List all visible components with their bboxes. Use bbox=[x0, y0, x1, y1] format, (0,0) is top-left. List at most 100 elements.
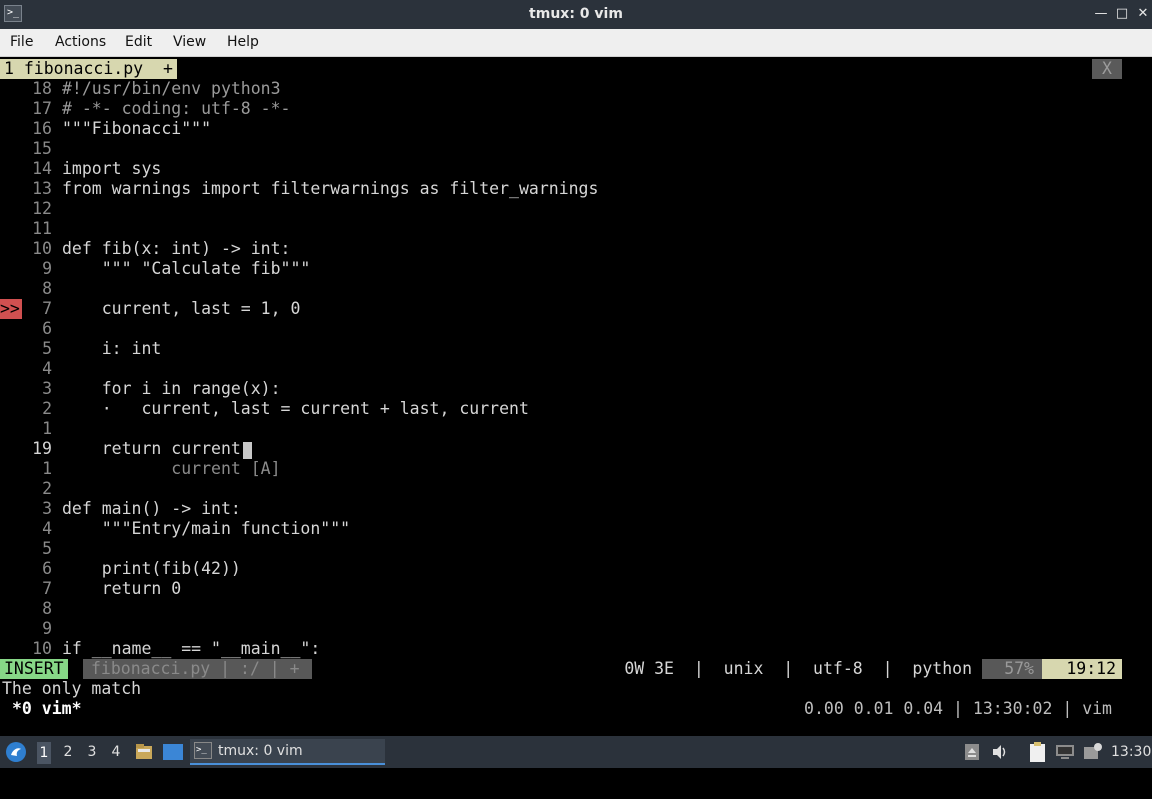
clipboard-icon[interactable] bbox=[1028, 741, 1048, 763]
code-line[interactable]: 18 #!/usr/bin/env python3 bbox=[0, 79, 1152, 99]
code-text: def fib(x: int) -> int: bbox=[62, 239, 291, 258]
code-text: from warnings import filterwarnings as f… bbox=[62, 179, 599, 198]
line-number: 3 bbox=[42, 499, 52, 518]
code-text: return 0 bbox=[62, 579, 182, 598]
code-text: # -*- coding: utf-8 -*- bbox=[62, 99, 291, 118]
line-number: 6 bbox=[42, 319, 52, 338]
notification-icon[interactable] bbox=[1083, 742, 1103, 762]
code-line[interactable]: 11 bbox=[0, 219, 1152, 239]
workspace-1[interactable]: 1 bbox=[37, 742, 51, 764]
code-line[interactable]: 8 bbox=[0, 599, 1152, 619]
tmux-window-label[interactable]: *0 vim* bbox=[12, 699, 82, 719]
menu-help[interactable]: Help bbox=[227, 34, 259, 50]
vim-tabline: 1 fibonacci.py + X bbox=[0, 59, 1152, 79]
error-sign: >> bbox=[0, 299, 22, 319]
code-line[interactable]: 4 bbox=[0, 359, 1152, 379]
taskbar-task-tmux[interactable]: >_ tmux: 0 vim bbox=[190, 739, 385, 765]
code-line[interactable]: 5 bbox=[0, 539, 1152, 559]
taskbar: 1 2 3 4 >_ tmux: 0 vim 13:30 bbox=[0, 736, 1152, 768]
code-text: import sys bbox=[62, 159, 162, 178]
menu-edit[interactable]: Edit bbox=[125, 34, 152, 50]
code-line[interactable]: 3 def main() -> int: bbox=[0, 499, 1152, 519]
tab-close-button[interactable]: X bbox=[1092, 59, 1122, 79]
line-number: 4 bbox=[42, 519, 52, 538]
code-text: current [A] bbox=[62, 459, 281, 478]
line-number: 11 bbox=[32, 219, 52, 238]
volume-icon[interactable] bbox=[991, 743, 1009, 761]
line-number: 16 bbox=[32, 119, 52, 138]
line-number: 10 bbox=[32, 639, 52, 658]
line-number: 6 bbox=[42, 559, 52, 578]
status-percent: 57% bbox=[982, 659, 1042, 679]
code-line[interactable]: 15 bbox=[0, 139, 1152, 159]
line-number: 10 bbox=[32, 239, 52, 258]
line-number: 19 bbox=[32, 439, 52, 458]
code-text: if __name__ == "__main__": bbox=[62, 639, 321, 658]
code-line[interactable]: 6 bbox=[0, 319, 1152, 339]
code-line[interactable]: 3 for i in range(x): bbox=[0, 379, 1152, 399]
line-number: 13 bbox=[32, 179, 52, 198]
minimize-icon[interactable]: — bbox=[1092, 5, 1110, 23]
tab-fibonacci[interactable]: 1 fibonacci.py + bbox=[0, 59, 177, 79]
line-number: 9 bbox=[42, 259, 52, 278]
code-line[interactable]: 10 if __name__ == "__main__": bbox=[0, 639, 1152, 659]
line-number: 2 bbox=[42, 479, 52, 498]
line-number: 1 bbox=[42, 459, 52, 478]
menu-bar: File Actions Edit View Help bbox=[0, 29, 1152, 57]
text-cursor bbox=[243, 442, 252, 459]
code-text: return current bbox=[62, 439, 241, 458]
workspace-2[interactable]: 2 bbox=[61, 744, 75, 760]
code-line[interactable]: 6 print(fib(42)) bbox=[0, 559, 1152, 579]
clock: 13:30 bbox=[1111, 744, 1152, 760]
code-line[interactable]: 10 def fib(x: int) -> int: bbox=[0, 239, 1152, 259]
status-filename: fibonacci.py | :/ | + bbox=[83, 659, 312, 679]
maximize-icon[interactable]: □ bbox=[1113, 5, 1131, 23]
line-number: 5 bbox=[42, 539, 52, 558]
menu-actions[interactable]: Actions bbox=[55, 34, 106, 50]
vim-statusline: INSERT fibonacci.py | :/ | + 0W 3E | uni… bbox=[0, 659, 1152, 679]
code-line[interactable]: 7 return 0 bbox=[0, 579, 1152, 599]
command-message: The only match bbox=[2, 679, 142, 698]
start-menu-icon[interactable] bbox=[5, 741, 27, 763]
window-titlebar: >_ tmux: 0 vim — □ ✕ bbox=[0, 0, 1152, 29]
code-text: #!/usr/bin/env python3 bbox=[62, 79, 281, 98]
line-number: 2 bbox=[42, 399, 52, 418]
code-line[interactable]: 17 # -*- coding: utf-8 -*- bbox=[0, 99, 1152, 119]
code-line[interactable]: 5 i: int bbox=[0, 339, 1152, 359]
code-line[interactable]: 9 """ "Calculate fib""" bbox=[0, 259, 1152, 279]
desktop-icon[interactable] bbox=[163, 744, 183, 760]
terminal-area[interactable]: 1 fibonacci.py + X 18 #!/usr/bin/env pyth… bbox=[0, 59, 1152, 736]
close-icon[interactable]: ✕ bbox=[1134, 5, 1152, 23]
terminal-icon: >_ bbox=[194, 742, 212, 759]
code-line[interactable]: 16 """Fibonacci""" bbox=[0, 119, 1152, 139]
code-line[interactable]: 4 """Entry/main function""" bbox=[0, 519, 1152, 539]
line-number: 1 bbox=[42, 419, 52, 438]
code-line[interactable]: 8 bbox=[0, 279, 1152, 299]
line-number: 8 bbox=[42, 599, 52, 618]
workspace-4[interactable]: 4 bbox=[109, 744, 123, 760]
line-number: 12 bbox=[32, 199, 52, 218]
code-line[interactable]: 9 bbox=[0, 619, 1152, 639]
line-number: 15 bbox=[32, 139, 52, 158]
code-line[interactable]: 13 from warnings import filterwarnings as… bbox=[0, 179, 1152, 199]
code-line[interactable]: 2 · current, last = current + last, curr… bbox=[0, 399, 1152, 419]
code-line[interactable]: 14 import sys bbox=[0, 159, 1152, 179]
line-number: 4 bbox=[42, 359, 52, 378]
file-manager-icon[interactable] bbox=[135, 743, 153, 761]
status-position: 19:12 bbox=[1042, 659, 1122, 679]
line-number: 3 bbox=[42, 379, 52, 398]
code-line[interactable]: 1 current [A] bbox=[0, 459, 1152, 479]
code-text: print(fib(42)) bbox=[62, 559, 241, 578]
code-line[interactable]: 2 bbox=[0, 479, 1152, 499]
line-number: 17 bbox=[32, 99, 52, 118]
eject-icon[interactable] bbox=[964, 742, 980, 762]
workspace-3[interactable]: 3 bbox=[85, 744, 99, 760]
code-line[interactable]: 19 return current bbox=[0, 439, 1152, 459]
menu-file[interactable]: File bbox=[10, 34, 33, 50]
code-line[interactable]: 12 bbox=[0, 199, 1152, 219]
menu-view[interactable]: View bbox=[173, 34, 206, 50]
monitor-icon[interactable] bbox=[1055, 744, 1075, 760]
code-line[interactable]: 7 current, last = 1, 0 bbox=[0, 299, 1152, 319]
code-line[interactable]: 1 bbox=[0, 419, 1152, 439]
code-text: · current, last = current + last, curren… bbox=[62, 399, 529, 418]
